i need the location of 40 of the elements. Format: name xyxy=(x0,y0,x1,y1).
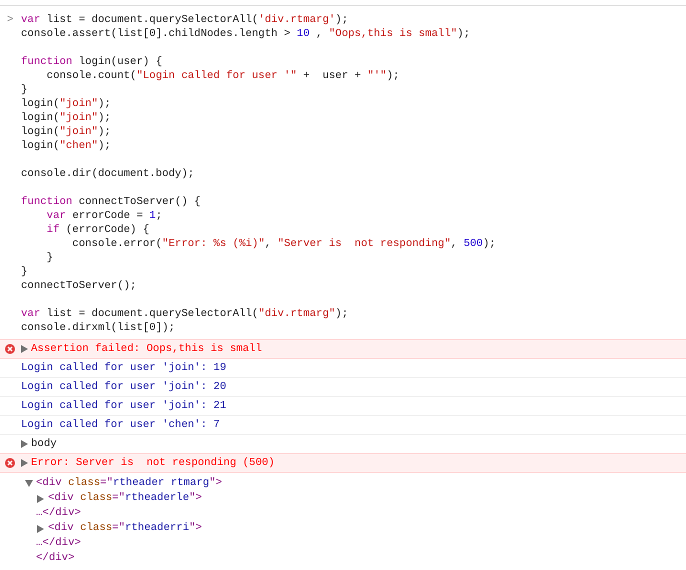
element-tag: …</div> xyxy=(36,507,81,519)
expand-triangle-icon[interactable] xyxy=(21,459,28,467)
code-line: console.count("Login called for user '" + user + "'"); xyxy=(46,70,400,82)
code-line: login("join"); xyxy=(21,126,111,138)
code-line: } xyxy=(21,266,28,278)
error-text: Error: Server is not responding (500) xyxy=(31,457,275,469)
code-line: console.assert(list[0].childNodes.length > 10 , "Oops,this is small"); xyxy=(21,28,470,40)
code-line: function connectToServer() { xyxy=(21,196,201,208)
code-line: } xyxy=(46,252,54,264)
code-line: if (errorCode) { xyxy=(46,224,150,236)
log-message: Login called for user 'join': 19 xyxy=(21,362,226,374)
expand-triangle-icon[interactable] xyxy=(37,525,44,533)
code-line: login("chen"); xyxy=(21,140,111,152)
error-icon xyxy=(5,344,15,354)
element-tag: </div> xyxy=(36,552,74,564)
expand-triangle-icon[interactable] xyxy=(25,480,33,487)
code-line: var list = document.querySelectorAll('div.rtmarg'); xyxy=(21,14,348,26)
code-line: } xyxy=(21,84,28,96)
error-icon xyxy=(5,458,15,468)
code-line: var list = document.querySelectorAll("div.rtmarg"); xyxy=(21,308,348,320)
element-tag: <div class="rtheaderri"> xyxy=(48,522,202,534)
prompt-caret: > xyxy=(7,13,14,27)
element-tag: …</div> xyxy=(36,537,81,549)
code-line: console.error("Error: %s (%i)", "Server is not responding", 500); xyxy=(71,238,496,250)
code-line: var errorCode = 1; xyxy=(46,210,162,222)
expand-triangle-icon[interactable] xyxy=(37,495,44,503)
log-message: Login called for user 'join': 21 xyxy=(21,400,226,412)
code-line: function login(user) { xyxy=(21,56,162,68)
code-line: connectToServer(); xyxy=(21,280,136,292)
expand-triangle-icon[interactable] xyxy=(21,345,28,353)
code-line: console.dir(document.body); xyxy=(21,168,194,180)
log-message: Login called for user 'chen': 7 xyxy=(21,419,220,431)
code-line: login("join"); xyxy=(21,98,111,110)
code-line: console.dirxml(list[0]); xyxy=(21,322,175,334)
object-label[interactable]: body xyxy=(31,438,57,450)
code-line: login("join"); xyxy=(21,112,111,124)
element-tag: <div class="rtheader rtmarg"> xyxy=(36,477,222,489)
error-text: Assertion failed: Oops,this is small xyxy=(31,343,262,355)
element-tag: <div class="rtheaderle"> xyxy=(48,492,202,504)
log-message: Login called for user 'join': 20 xyxy=(21,381,226,393)
